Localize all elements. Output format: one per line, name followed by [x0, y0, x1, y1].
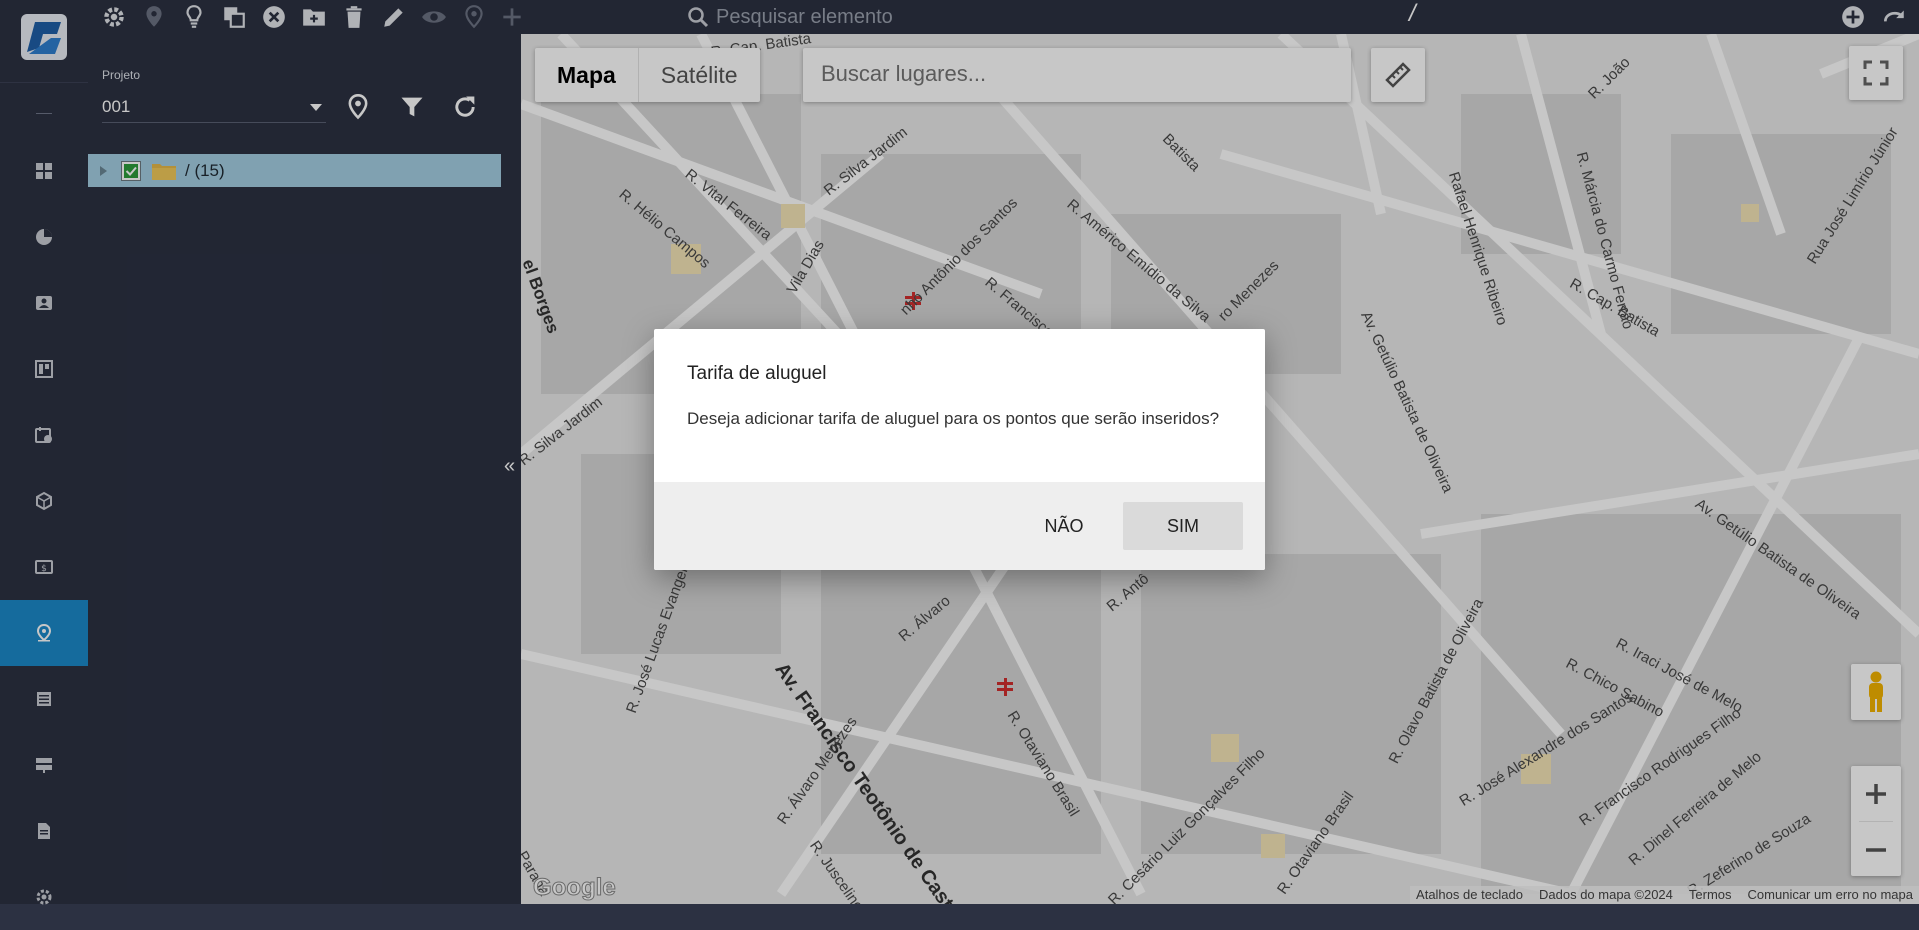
yes-button[interactable]: SIM [1123, 502, 1243, 550]
dialog-title: Tarifa de aluguel [687, 363, 827, 384]
dialog-footer: NÃO SIM [654, 482, 1265, 570]
rent-tariff-dialog: Tarifa de aluguel Deseja adicionar tarif… [654, 329, 1265, 570]
no-button[interactable]: NÃO [1004, 502, 1124, 550]
dialog-message: Deseja adicionar tarifa de aluguel para … [687, 409, 1220, 428]
